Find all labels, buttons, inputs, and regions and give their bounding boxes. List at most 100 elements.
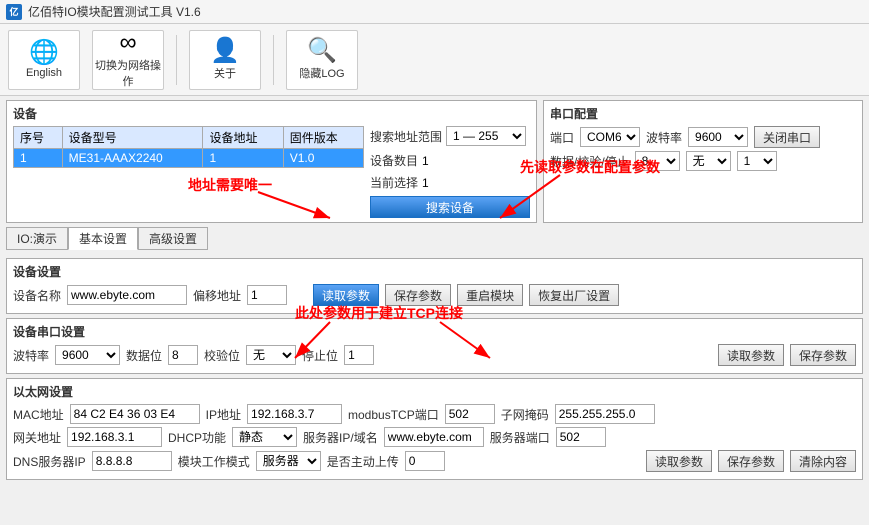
ethernet-row2: 网关地址 DHCP功能 静态DHCP 服务器IP/域名 服务器端口 (13, 427, 856, 447)
serial-save-btn[interactable]: 保存参数 (790, 344, 856, 366)
network-button[interactable]: ∞ 切换为网络操作 (92, 30, 164, 90)
app-title: 亿佰特IO模块配置测试工具 V1.6 (28, 3, 201, 20)
cell-id: 1 (14, 149, 63, 168)
col-header-model: 设备型号 (62, 127, 203, 149)
about-button[interactable]: 👤 关于 (189, 30, 261, 90)
mac-input[interactable] (70, 404, 200, 424)
device-section-title: 设备 (13, 105, 530, 122)
server-ip-input[interactable] (384, 427, 484, 447)
tabs-container: IO:演示 基本设置 高级设置 (6, 227, 863, 254)
app-icon: 亿 (6, 4, 22, 20)
hide-log-label: 隐藏LOG (299, 65, 344, 81)
serial-section-title: 串口配置 (550, 105, 856, 122)
network-label: 切换为网络操作 (93, 57, 163, 89)
offset-addr-input[interactable] (247, 285, 287, 305)
serial-section: 串口配置 端口 COM6COM1COM2 波特率 96001152004800 … (543, 100, 863, 223)
col-header-fw: 固件版本 (283, 127, 363, 149)
port-select[interactable]: COM6COM1COM2 (580, 127, 640, 147)
restart-button[interactable]: 重启模块 (457, 284, 523, 306)
eth-read-btn[interactable]: 读取参数 (646, 450, 712, 472)
network-icon: ∞ (119, 31, 136, 55)
server-port-input[interactable] (556, 427, 606, 447)
english-button[interactable]: 🌐 English (8, 30, 80, 90)
top-row: 设备 序号 设备型号 设备地址 固件版本 (6, 100, 863, 223)
mac-label: MAC地址 (13, 406, 64, 423)
port-label: 端口 (550, 129, 574, 146)
restore-button[interactable]: 恢复出厂设置 (529, 284, 619, 306)
english-label: English (26, 67, 62, 79)
toolbar-divider-1 (176, 35, 177, 85)
data-parity-stop-label: 数据/校验/停止 (550, 153, 629, 170)
tab-advanced-settings[interactable]: 高级设置 (138, 227, 208, 250)
col-header-id: 序号 (14, 127, 63, 149)
baud-rate-label: 波特率 (13, 347, 49, 364)
dns-label: DNS服务器IP (13, 453, 86, 470)
tab-basic-settings[interactable]: 基本设置 (68, 227, 138, 250)
cell-addr: 1 (203, 149, 283, 168)
search-range-select[interactable]: 1 — 255 1 — 128 1 — 64 (446, 126, 526, 146)
cell-model: ME31-AAAX2240 (62, 149, 203, 168)
stop-bits-select[interactable]: 12 (737, 151, 777, 171)
stop-bits-input[interactable] (344, 345, 374, 365)
tab-io-demo[interactable]: IO:演示 (6, 227, 68, 250)
cell-fw: V1.0 (283, 149, 363, 168)
serial-read-btn[interactable]: 读取参数 (718, 344, 784, 366)
table-row[interactable]: 1 ME31-AAAX2240 1 V1.0 (14, 149, 364, 168)
serial-device-title: 设备串口设置 (13, 323, 856, 340)
ip-input[interactable] (247, 404, 342, 424)
gateway-label: 网关地址 (13, 429, 61, 446)
about-label: 关于 (214, 65, 236, 81)
save-params-button[interactable]: 保存参数 (385, 284, 451, 306)
device-count-label: 设备数目 (370, 152, 418, 169)
server-ip-label: 服务器IP/域名 (303, 429, 378, 446)
eth-clear-btn[interactable]: 清除内容 (790, 450, 856, 472)
close-serial-button[interactable]: 关闭串口 (754, 126, 820, 148)
current-selection-row: 当前选择 1 (370, 174, 530, 191)
data-bits-input[interactable] (168, 345, 198, 365)
eth-save-btn[interactable]: 保存参数 (718, 450, 784, 472)
device-count-value: 1 (422, 154, 429, 168)
ethernet-row1: MAC地址 IP地址 modbusTCP端口 子网掩码 (13, 404, 856, 424)
device-settings-row: 设备名称 偏移地址 读取参数 保存参数 重启模块 恢复出厂设置 (13, 284, 856, 306)
modbus-port-input[interactable] (445, 404, 495, 424)
gateway-input[interactable] (67, 427, 162, 447)
serial-top-row: 端口 COM6COM1COM2 波特率 96001152004800 关闭串口 (550, 126, 856, 148)
device-name-label: 设备名称 (13, 287, 61, 304)
ethernet-title: 以太网设置 (13, 383, 856, 400)
parity-select2[interactable]: 无奇偶 (246, 345, 296, 365)
serial-bottom-row: 数据/校验/停止 87 无奇偶 12 (550, 151, 856, 171)
hide-log-button[interactable]: 🔍 隐藏LOG (286, 30, 358, 90)
current-selection-label: 当前选择 (370, 174, 418, 191)
serial-device-row: 波特率 9600115200 数据位 校验位 无奇偶 停止位 读取参数 保存参数 (13, 344, 856, 366)
baud-label: 波特率 (646, 129, 682, 146)
server-port-label: 服务器端口 (490, 429, 550, 446)
auto-upload-label: 是否主动上传 (327, 453, 399, 470)
english-icon: 🌐 (29, 41, 59, 65)
tabs: IO:演示 基本设置 高级设置 (6, 227, 863, 250)
device-settings-section: 设备设置 设备名称 偏移地址 读取参数 保存参数 重启模块 恢复出厂设置 (6, 258, 863, 314)
toolbar: 🌐 English ∞ 切换为网络操作 👤 关于 🔍 隐藏LOG (0, 24, 869, 96)
ethernet-section: 以太网设置 MAC地址 IP地址 modbusTCP端口 子网掩码 网关地址 D (6, 378, 863, 480)
stop-bits-label: 停止位 (302, 347, 338, 364)
baud-select[interactable]: 96001152004800 (688, 127, 748, 147)
search-device-button[interactable]: 搜索设备 (370, 196, 530, 218)
device-count-row: 设备数目 1 (370, 152, 530, 169)
work-mode-label: 模块工作模式 (178, 453, 250, 470)
device-section: 设备 序号 设备型号 设备地址 固件版本 (6, 100, 537, 223)
auto-upload-input[interactable] (405, 451, 445, 471)
subnet-input[interactable] (555, 404, 655, 424)
data-bits-label: 数据位 (126, 347, 162, 364)
col-header-addr: 设备地址 (203, 127, 283, 149)
work-mode-select[interactable]: 服务器客户端 (256, 451, 321, 471)
dns-input[interactable] (92, 451, 172, 471)
device-name-input[interactable] (67, 285, 187, 305)
baud-rate-select[interactable]: 9600115200 (55, 345, 120, 365)
toolbar-divider-2 (273, 35, 274, 85)
parity-label2: 校验位 (204, 347, 240, 364)
offset-addr-label: 偏移地址 (193, 287, 241, 304)
parity-select[interactable]: 无奇偶 (686, 151, 731, 171)
read-params-button[interactable]: 读取参数 (313, 284, 379, 306)
title-bar: 亿 亿佰特IO模块配置测试工具 V1.6 (0, 0, 869, 24)
dhcp-select[interactable]: 静态DHCP (232, 427, 297, 447)
data-bits-select[interactable]: 87 (635, 151, 680, 171)
